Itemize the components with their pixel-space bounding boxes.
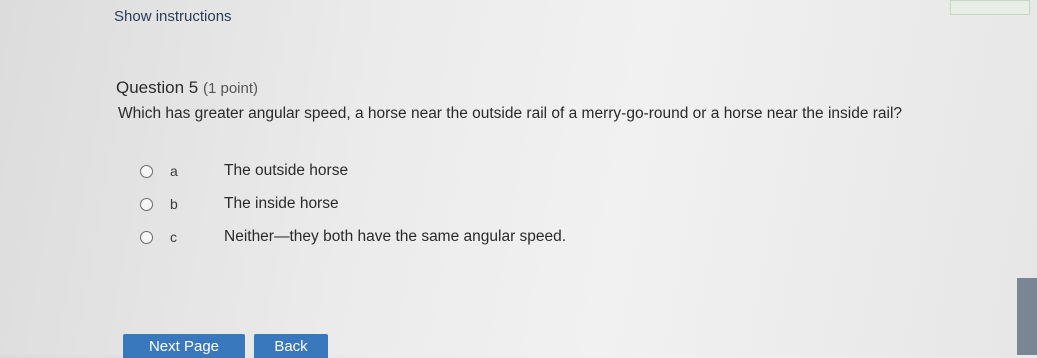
option-c[interactable]: c Neither—they both have the same angula… <box>140 226 566 248</box>
option-b-letter: b <box>170 196 178 212</box>
question-number: Question 5 <box>116 78 199 97</box>
option-b[interactable]: b The inside horse <box>140 193 339 215</box>
option-c-radio[interactable] <box>140 230 153 244</box>
next-page-button[interactable]: Next Page <box>123 334 245 358</box>
option-a-text[interactable]: The outside horse <box>224 162 348 180</box>
show-instructions-link[interactable]: Show instructions <box>114 8 232 25</box>
option-c-text[interactable]: Neither—they both have the same angular … <box>224 228 566 246</box>
option-a-radio[interactable] <box>140 164 153 178</box>
question-header: Question 5 (1 point) <box>116 78 258 98</box>
option-a[interactable]: a The outside horse <box>140 160 348 182</box>
top-right-panel <box>950 0 1030 15</box>
option-b-radio[interactable] <box>140 197 153 211</box>
option-b-text[interactable]: The inside horse <box>224 195 339 213</box>
question-points: (1 point) <box>202 80 258 97</box>
question-text: Which has greater angular speed, a horse… <box>118 105 903 122</box>
right-edge-panel <box>1017 278 1037 355</box>
option-a-letter: a <box>170 163 178 179</box>
option-c-letter: c <box>170 229 177 245</box>
back-button[interactable]: Back <box>254 334 328 358</box>
